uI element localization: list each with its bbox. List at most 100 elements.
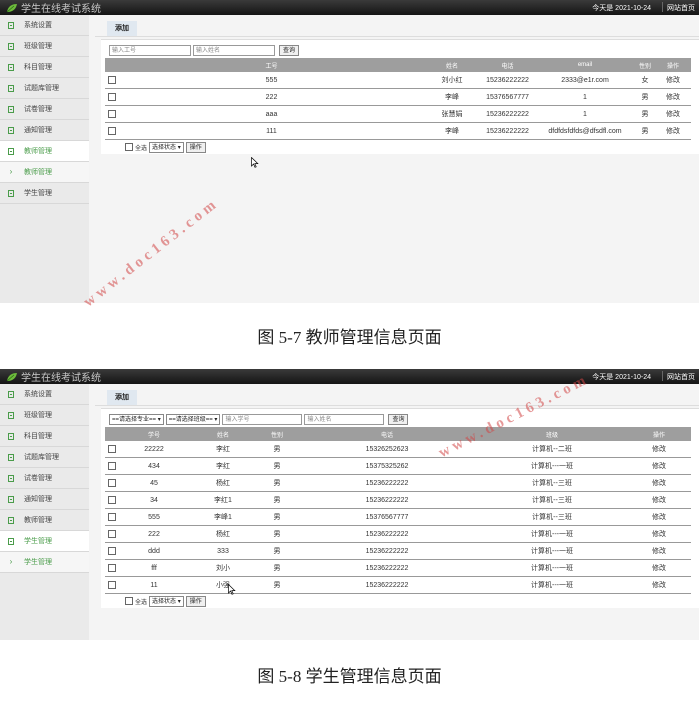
row-checkbox[interactable] bbox=[108, 496, 116, 504]
student-id-input[interactable]: 输入学号 bbox=[222, 413, 303, 425]
sidebar-item-label: 科目管理 bbox=[24, 64, 52, 71]
edit-link[interactable]: 修改 bbox=[655, 88, 691, 106]
column-header bbox=[105, 58, 119, 72]
column-header: 电话 bbox=[480, 58, 535, 72]
chevron-down-icon: ▾ bbox=[177, 598, 181, 605]
chevron-down-icon: ▾ bbox=[214, 416, 218, 423]
cell-class: 计算机--三班 bbox=[477, 491, 627, 509]
row-checkbox[interactable] bbox=[108, 530, 116, 538]
status-select[interactable]: 选择状态 ▾ bbox=[149, 141, 184, 153]
row-checkbox[interactable] bbox=[108, 462, 116, 470]
row-checkbox[interactable] bbox=[108, 547, 116, 555]
teacher-id-input[interactable]: 输入工号 bbox=[109, 44, 191, 56]
tab-add[interactable]: 添加 bbox=[107, 390, 137, 405]
row-checkbox[interactable] bbox=[108, 513, 116, 521]
table-row: ddd 333 男 15236222222 计算机---一班 修改 bbox=[105, 542, 691, 560]
leaf-icon bbox=[6, 372, 17, 381]
table-row: 34 李红1 男 15236222222 计算机--三班 修改 bbox=[105, 491, 691, 509]
edit-link[interactable]: 修改 bbox=[627, 508, 691, 526]
search-button[interactable]: 查询 bbox=[388, 413, 409, 425]
major-select-value: ==请选择专业== bbox=[112, 416, 157, 423]
select-all-checkbox[interactable] bbox=[125, 597, 133, 605]
sidebar-item-teacher-management[interactable]: 教师管理 bbox=[0, 510, 89, 531]
edit-link[interactable]: 修改 bbox=[627, 491, 691, 509]
cell-id: fff bbox=[119, 559, 189, 577]
cell-name: 李峰 bbox=[424, 122, 480, 140]
cell-phone: 15236222222 bbox=[297, 525, 477, 543]
cell-gender: 男 bbox=[257, 457, 297, 475]
operate-button[interactable]: 操作 bbox=[185, 141, 206, 153]
edit-link[interactable]: 修改 bbox=[627, 542, 691, 560]
sidebar-item-system-settings[interactable]: 系统设置 bbox=[0, 15, 89, 36]
sidebar-item-subject-management[interactable]: 科目管理 bbox=[0, 426, 89, 447]
edit-link[interactable]: 修改 bbox=[655, 105, 691, 123]
row-checkbox[interactable] bbox=[108, 445, 116, 453]
tab-add[interactable]: 添加 bbox=[107, 21, 137, 36]
sidebar: 系统设置 班级管理 科目管理 试题库管理 试卷管理 通知管理 教师管理 学生管理… bbox=[0, 384, 89, 640]
row-checkbox[interactable] bbox=[108, 93, 116, 101]
sidebar-subitem-student-management[interactable]: › 学生管理 bbox=[0, 552, 89, 573]
cell-name: 333 bbox=[189, 542, 257, 560]
sidebar-item-class-management[interactable]: 班级管理 bbox=[0, 405, 89, 426]
date-text: 今天是 2021-10-24 bbox=[592, 374, 651, 381]
row-checkbox[interactable] bbox=[108, 127, 116, 135]
sidebar-item-exam-management[interactable]: 试卷管理 bbox=[0, 468, 89, 489]
row-checkbox[interactable] bbox=[108, 76, 116, 84]
home-link[interactable]: 网站首页 bbox=[662, 371, 695, 382]
row-checkbox[interactable] bbox=[108, 581, 116, 589]
main-content: 添加 输入工号 输入姓名 查询 工号 姓名 电话 email 性别 操作 555… bbox=[89, 15, 699, 303]
student-name-input[interactable]: 输入姓名 bbox=[304, 413, 385, 425]
edit-link[interactable]: 修改 bbox=[627, 441, 691, 458]
sidebar-item-label: 学生管理 bbox=[24, 559, 52, 566]
chevron-right-icon: › bbox=[9, 557, 13, 566]
sidebar-item-notice-management[interactable]: 通知管理 bbox=[0, 489, 89, 510]
row-checkbox[interactable] bbox=[108, 110, 116, 118]
edit-link[interactable]: 修改 bbox=[627, 525, 691, 543]
select-all-checkbox[interactable] bbox=[125, 143, 133, 151]
edit-link[interactable]: 修改 bbox=[627, 559, 691, 577]
edit-link[interactable]: 修改 bbox=[627, 474, 691, 492]
search-button[interactable]: 查询 bbox=[279, 44, 300, 56]
student-table: 学号 姓名 性别 电话 班级 操作 22222 李红男 15326252623 计算机… bbox=[105, 427, 691, 594]
column-header: 操作 bbox=[655, 58, 691, 72]
document-icon bbox=[8, 42, 14, 50]
sidebar-item-notice-management[interactable]: 通知管理 bbox=[0, 120, 89, 141]
sidebar-item-class-management[interactable]: 班级管理 bbox=[0, 36, 89, 57]
class-select[interactable]: ==请选择班级== ▾ bbox=[165, 413, 221, 425]
leaf-icon bbox=[6, 3, 17, 12]
student-panel: ==请选择专业== ▾ ==请选择班级== ▾ 输入学号 输入姓名 查询 学号 … bbox=[101, 408, 699, 608]
home-link[interactable]: 网站首页 bbox=[662, 2, 695, 13]
edit-link[interactable]: 修改 bbox=[655, 72, 691, 89]
sidebar-item-label: 科目管理 bbox=[24, 433, 52, 440]
sidebar-item-system-settings[interactable]: 系统设置 bbox=[0, 384, 89, 405]
cell-name: 李红 bbox=[189, 457, 257, 475]
sidebar-item-student-management[interactable]: 学生管理 bbox=[0, 183, 89, 204]
sidebar-item-teacher-management[interactable]: 教师管理 bbox=[0, 141, 89, 162]
cell-email: dfdfdsfdfds@dfsdfl.com bbox=[535, 122, 635, 140]
teacher-management-screenshot: 学生在线考试系统 今天是 2021-10-24 网站首页 系统设置 班级管理 科… bbox=[0, 0, 699, 303]
sidebar-item-student-management[interactable]: 学生管理 bbox=[0, 531, 89, 552]
app-logo: 学生在线考试系统 bbox=[6, 370, 101, 384]
sidebar-subitem-teacher-management[interactable]: › 教师管理 bbox=[0, 162, 89, 183]
chevron-down-icon: ▾ bbox=[177, 144, 181, 151]
edit-link[interactable]: 修改 bbox=[627, 576, 691, 594]
search-row: ==请选择专业== ▾ ==请选择班级== ▾ 输入学号 输入姓名 查询 bbox=[101, 411, 699, 427]
status-select[interactable]: 选择状态 ▾ bbox=[149, 595, 184, 607]
cell-gender: 男 bbox=[257, 559, 297, 577]
sidebar-item-question-bank[interactable]: 试题库管理 bbox=[0, 78, 89, 99]
major-select[interactable]: ==请选择专业== ▾ bbox=[109, 413, 164, 425]
row-checkbox[interactable] bbox=[108, 479, 116, 487]
edit-link[interactable]: 修改 bbox=[655, 122, 691, 140]
document-icon bbox=[8, 432, 14, 440]
edit-link[interactable]: 修改 bbox=[627, 457, 691, 475]
sidebar-item-subject-management[interactable]: 科目管理 bbox=[0, 57, 89, 78]
teacher-name-input[interactable]: 输入姓名 bbox=[193, 44, 275, 56]
row-checkbox[interactable] bbox=[108, 564, 116, 572]
date-text: 今天是 2021-10-24 bbox=[592, 5, 651, 12]
sidebar-item-exam-management[interactable]: 试卷管理 bbox=[0, 99, 89, 120]
operate-button[interactable]: 操作 bbox=[185, 595, 206, 607]
sidebar-item-question-bank[interactable]: 试题库管理 bbox=[0, 447, 89, 468]
column-header: 姓名 bbox=[424, 58, 480, 72]
cell-id: 555 bbox=[119, 72, 424, 89]
cell-gender: 男 bbox=[257, 576, 297, 594]
